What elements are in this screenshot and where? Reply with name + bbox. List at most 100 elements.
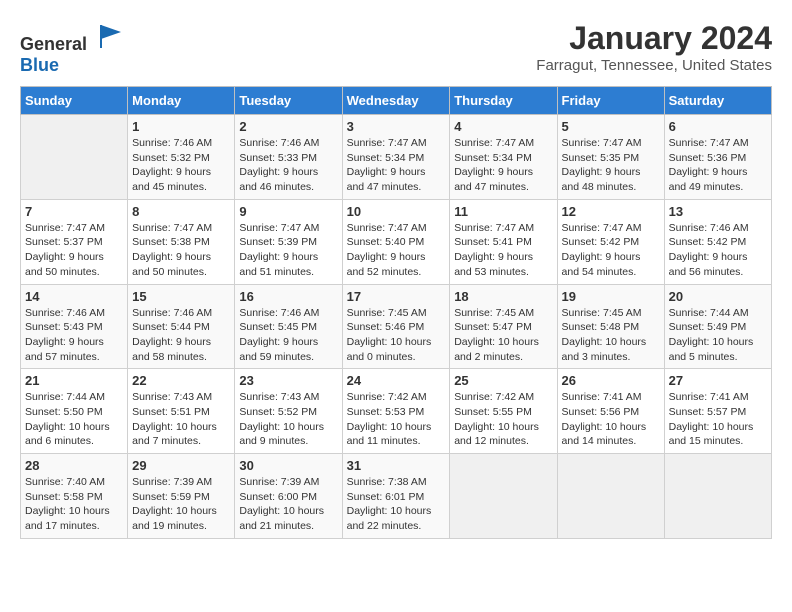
calendar-day-cell: 14Sunrise: 7:46 AM Sunset: 5:43 PM Dayli… <box>21 284 128 369</box>
calendar-day-cell: 5 Sunrise: 7:47 AM Sunset: 5:35 PM Daylig… <box>557 115 664 200</box>
day-info: Sunrise: 7:47 AM Sunset: 5:41 PM Dayligh… <box>454 221 552 280</box>
calendar-day-cell: 18Sunrise: 7:45 AM Sunset: 5:47 PM Dayli… <box>450 284 557 369</box>
day-number: 1 <box>132 119 230 134</box>
day-number: 14 <box>25 289 123 304</box>
calendar-day-header: Thursday <box>450 87 557 115</box>
day-number: 22 <box>132 373 230 388</box>
day-number: 4 <box>454 119 552 134</box>
day-info: Sunrise: 7:45 AM Sunset: 5:48 PM Dayligh… <box>562 306 660 365</box>
calendar-day-cell: 7Sunrise: 7:47 AM Sunset: 5:37 PM Daylig… <box>21 199 128 284</box>
day-number: 6 <box>669 119 767 134</box>
day-number: 29 <box>132 458 230 473</box>
calendar-day-cell: 27 Sunrise: 7:41 AM Sunset: 5:57 PM Dayli… <box>664 369 771 454</box>
title-section: January 2024 Farragut, Tennessee, United… <box>536 20 772 74</box>
header: General Blue January 2024 Farragut, Tenn… <box>20 20 772 76</box>
day-number: 18 <box>454 289 552 304</box>
day-number: 27 <box>669 373 767 388</box>
calendar-week-row: 21 Sunrise: 7:44 AM Sunset: 5:50 PM Dayli… <box>21 369 772 454</box>
day-info: Sunrise: 7:38 AM Sunset: 6:01 PM Dayligh… <box>347 475 446 534</box>
calendar-day-header: Sunday <box>21 87 128 115</box>
day-number: 28 <box>25 458 123 473</box>
calendar-day-cell: 25 Sunrise: 7:42 AM Sunset: 5:55 PM Dayli… <box>450 369 557 454</box>
calendar-day-cell: 15 Sunrise: 7:46 AM Sunset: 5:44 PM Dayli… <box>128 284 235 369</box>
day-info: Sunrise: 7:47 AM Sunset: 5:36 PM Dayligh… <box>669 136 767 195</box>
calendar-day-cell: 31 Sunrise: 7:38 AM Sunset: 6:01 PM Dayli… <box>342 454 450 539</box>
calendar-day-cell: 6 Sunrise: 7:47 AM Sunset: 5:36 PM Daylig… <box>664 115 771 200</box>
day-number: 21 <box>25 373 123 388</box>
day-info: Sunrise: 7:39 AM Sunset: 5:59 PM Dayligh… <box>132 475 230 534</box>
day-info: Sunrise: 7:43 AM Sunset: 5:52 PM Dayligh… <box>239 390 337 449</box>
day-number: 30 <box>239 458 337 473</box>
calendar-day-cell: 1Sunrise: 7:46 AM Sunset: 5:32 PM Daylig… <box>128 115 235 200</box>
day-info: Sunrise: 7:41 AM Sunset: 5:57 PM Dayligh… <box>669 390 767 449</box>
calendar-day-cell: 8 Sunrise: 7:47 AM Sunset: 5:38 PM Daylig… <box>128 199 235 284</box>
day-number: 20 <box>669 289 767 304</box>
calendar-day-header: Saturday <box>664 87 771 115</box>
day-number: 16 <box>239 289 337 304</box>
calendar-day-cell: 4 Sunrise: 7:47 AM Sunset: 5:34 PM Daylig… <box>450 115 557 200</box>
day-number: 31 <box>347 458 446 473</box>
day-info: Sunrise: 7:47 AM Sunset: 5:39 PM Dayligh… <box>239 221 337 280</box>
day-number: 24 <box>347 373 446 388</box>
day-number: 3 <box>347 119 446 134</box>
calendar-header-row: SundayMondayTuesdayWednesdayThursdayFrid… <box>21 87 772 115</box>
logo-general: General <box>20 34 87 54</box>
calendar-week-row: 28Sunrise: 7:40 AM Sunset: 5:58 PM Dayli… <box>21 454 772 539</box>
calendar-week-row: 7Sunrise: 7:47 AM Sunset: 5:37 PM Daylig… <box>21 199 772 284</box>
day-info: Sunrise: 7:47 AM Sunset: 5:35 PM Dayligh… <box>562 136 660 195</box>
day-info: Sunrise: 7:39 AM Sunset: 6:00 PM Dayligh… <box>239 475 337 534</box>
day-number: 15 <box>132 289 230 304</box>
calendar-day-cell: 29 Sunrise: 7:39 AM Sunset: 5:59 PM Dayli… <box>128 454 235 539</box>
calendar-day-cell <box>664 454 771 539</box>
calendar-day-cell <box>557 454 664 539</box>
day-info: Sunrise: 7:47 AM Sunset: 5:40 PM Dayligh… <box>347 221 446 280</box>
calendar-day-cell: 12 Sunrise: 7:47 AM Sunset: 5:42 PM Dayli… <box>557 199 664 284</box>
day-number: 10 <box>347 204 446 219</box>
calendar-day-cell: 28Sunrise: 7:40 AM Sunset: 5:58 PM Dayli… <box>21 454 128 539</box>
calendar-day-cell: 13 Sunrise: 7:46 AM Sunset: 5:42 PM Dayli… <box>664 199 771 284</box>
day-number: 25 <box>454 373 552 388</box>
calendar-day-cell: 16Sunrise: 7:46 AM Sunset: 5:45 PM Dayli… <box>235 284 342 369</box>
calendar-day-cell: 10 Sunrise: 7:47 AM Sunset: 5:40 PM Dayli… <box>342 199 450 284</box>
day-info: Sunrise: 7:44 AM Sunset: 5:50 PM Dayligh… <box>25 390 123 449</box>
day-number: 11 <box>454 204 552 219</box>
day-number: 26 <box>562 373 660 388</box>
calendar-week-row: 14Sunrise: 7:46 AM Sunset: 5:43 PM Dayli… <box>21 284 772 369</box>
day-info: Sunrise: 7:47 AM Sunset: 5:34 PM Dayligh… <box>454 136 552 195</box>
calendar-day-cell: 19Sunrise: 7:45 AM Sunset: 5:48 PM Dayli… <box>557 284 664 369</box>
logo-blue: Blue <box>20 55 59 75</box>
day-number: 12 <box>562 204 660 219</box>
calendar-day-header: Friday <box>557 87 664 115</box>
day-info: Sunrise: 7:43 AM Sunset: 5:51 PM Dayligh… <box>132 390 230 449</box>
calendar-day-cell: 21 Sunrise: 7:44 AM Sunset: 5:50 PM Dayli… <box>21 369 128 454</box>
day-number: 23 <box>239 373 337 388</box>
day-info: Sunrise: 7:46 AM Sunset: 5:42 PM Dayligh… <box>669 221 767 280</box>
day-info: Sunrise: 7:41 AM Sunset: 5:56 PM Dayligh… <box>562 390 660 449</box>
calendar-day-cell: 17Sunrise: 7:45 AM Sunset: 5:46 PM Dayli… <box>342 284 450 369</box>
calendar-day-cell: 23 Sunrise: 7:43 AM Sunset: 5:52 PM Dayli… <box>235 369 342 454</box>
calendar-day-cell: 3Sunrise: 7:47 AM Sunset: 5:34 PM Daylig… <box>342 115 450 200</box>
day-number: 5 <box>562 119 660 134</box>
calendar-day-cell: 26 Sunrise: 7:41 AM Sunset: 5:56 PM Dayli… <box>557 369 664 454</box>
logo-text: General Blue <box>20 20 126 76</box>
calendar-day-cell: 22 Sunrise: 7:43 AM Sunset: 5:51 PM Dayli… <box>128 369 235 454</box>
day-info: Sunrise: 7:46 AM Sunset: 5:44 PM Dayligh… <box>132 306 230 365</box>
logo: General Blue <box>20 20 126 76</box>
calendar-day-cell: 30 Sunrise: 7:39 AM Sunset: 6:00 PM Dayli… <box>235 454 342 539</box>
day-info: Sunrise: 7:44 AM Sunset: 5:49 PM Dayligh… <box>669 306 767 365</box>
month-title: January 2024 <box>536 20 772 57</box>
calendar-table: SundayMondayTuesdayWednesdayThursdayFrid… <box>20 86 772 539</box>
day-info: Sunrise: 7:47 AM Sunset: 5:38 PM Dayligh… <box>132 221 230 280</box>
day-info: Sunrise: 7:42 AM Sunset: 5:53 PM Dayligh… <box>347 390 446 449</box>
calendar-day-cell: 11 Sunrise: 7:47 AM Sunset: 5:41 PM Dayli… <box>450 199 557 284</box>
calendar-day-cell: 20 Sunrise: 7:44 AM Sunset: 5:49 PM Dayli… <box>664 284 771 369</box>
day-number: 9 <box>239 204 337 219</box>
day-number: 8 <box>132 204 230 219</box>
day-info: Sunrise: 7:47 AM Sunset: 5:42 PM Dayligh… <box>562 221 660 280</box>
day-number: 13 <box>669 204 767 219</box>
day-info: Sunrise: 7:46 AM Sunset: 5:33 PM Dayligh… <box>239 136 337 195</box>
calendar-day-cell <box>21 115 128 200</box>
day-info: Sunrise: 7:42 AM Sunset: 5:55 PM Dayligh… <box>454 390 552 449</box>
day-number: 7 <box>25 204 123 219</box>
day-info: Sunrise: 7:45 AM Sunset: 5:46 PM Dayligh… <box>347 306 446 365</box>
